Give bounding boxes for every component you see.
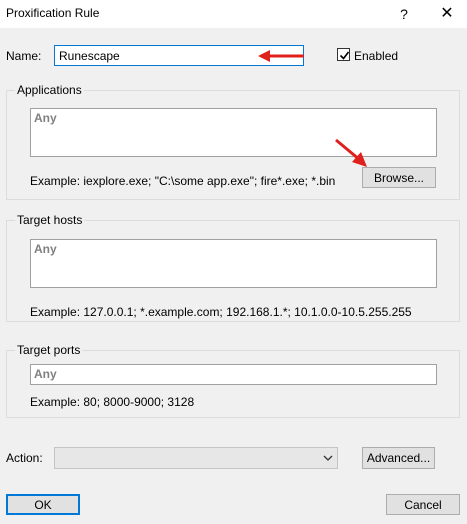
advanced-button[interactable]: Advanced... xyxy=(362,447,435,469)
target-hosts-group-title: Target hosts xyxy=(15,213,85,227)
applications-example: Example: iexplore.exe; "C:\some app.exe"… xyxy=(30,174,336,188)
target-ports-input[interactable]: Any xyxy=(30,364,437,385)
target-hosts-value: Any xyxy=(34,242,57,256)
chevron-down-icon xyxy=(323,455,333,461)
target-hosts-example: Example: 127.0.0.1; *.example.com; 192.1… xyxy=(30,305,412,319)
cancel-button[interactable]: Cancel xyxy=(386,494,460,515)
applications-group: Applications Any Example: iexplore.exe; … xyxy=(6,83,460,200)
target-ports-group: Target ports Any Example: 80; 8000-9000;… xyxy=(6,343,460,418)
action-select[interactable] xyxy=(54,447,338,469)
enabled-checkbox[interactable] xyxy=(337,48,350,61)
proxification-rule-dialog: Proxification Rule ? ✕ Name: Enabled App… xyxy=(0,0,467,524)
applications-textarea[interactable]: Any xyxy=(30,108,437,157)
target-ports-value: Any xyxy=(34,367,57,381)
close-button[interactable]: ✕ xyxy=(425,0,467,28)
title-bar: Proxification Rule ? ✕ xyxy=(0,0,467,28)
target-hosts-textarea[interactable]: Any xyxy=(30,239,437,288)
ok-button[interactable]: OK xyxy=(6,494,80,515)
target-ports-example: Example: 80; 8000-9000; 3128 xyxy=(30,395,195,409)
browse-button[interactable]: Browse... xyxy=(362,167,436,188)
target-ports-group-title: Target ports xyxy=(15,343,83,357)
applications-value: Any xyxy=(34,111,57,125)
help-button[interactable]: ? xyxy=(382,0,426,28)
checkmark-icon xyxy=(339,51,350,60)
name-label: Name: xyxy=(6,49,42,63)
applications-group-title: Applications xyxy=(15,83,84,97)
action-label: Action: xyxy=(6,451,43,465)
enabled-label[interactable]: Enabled xyxy=(354,49,398,63)
window-title: Proxification Rule xyxy=(6,6,100,20)
red-arrow-icon xyxy=(335,138,367,167)
target-hosts-group: Target hosts Any Example: 127.0.0.1; *.e… xyxy=(6,213,460,322)
red-arrow-icon xyxy=(258,50,304,62)
